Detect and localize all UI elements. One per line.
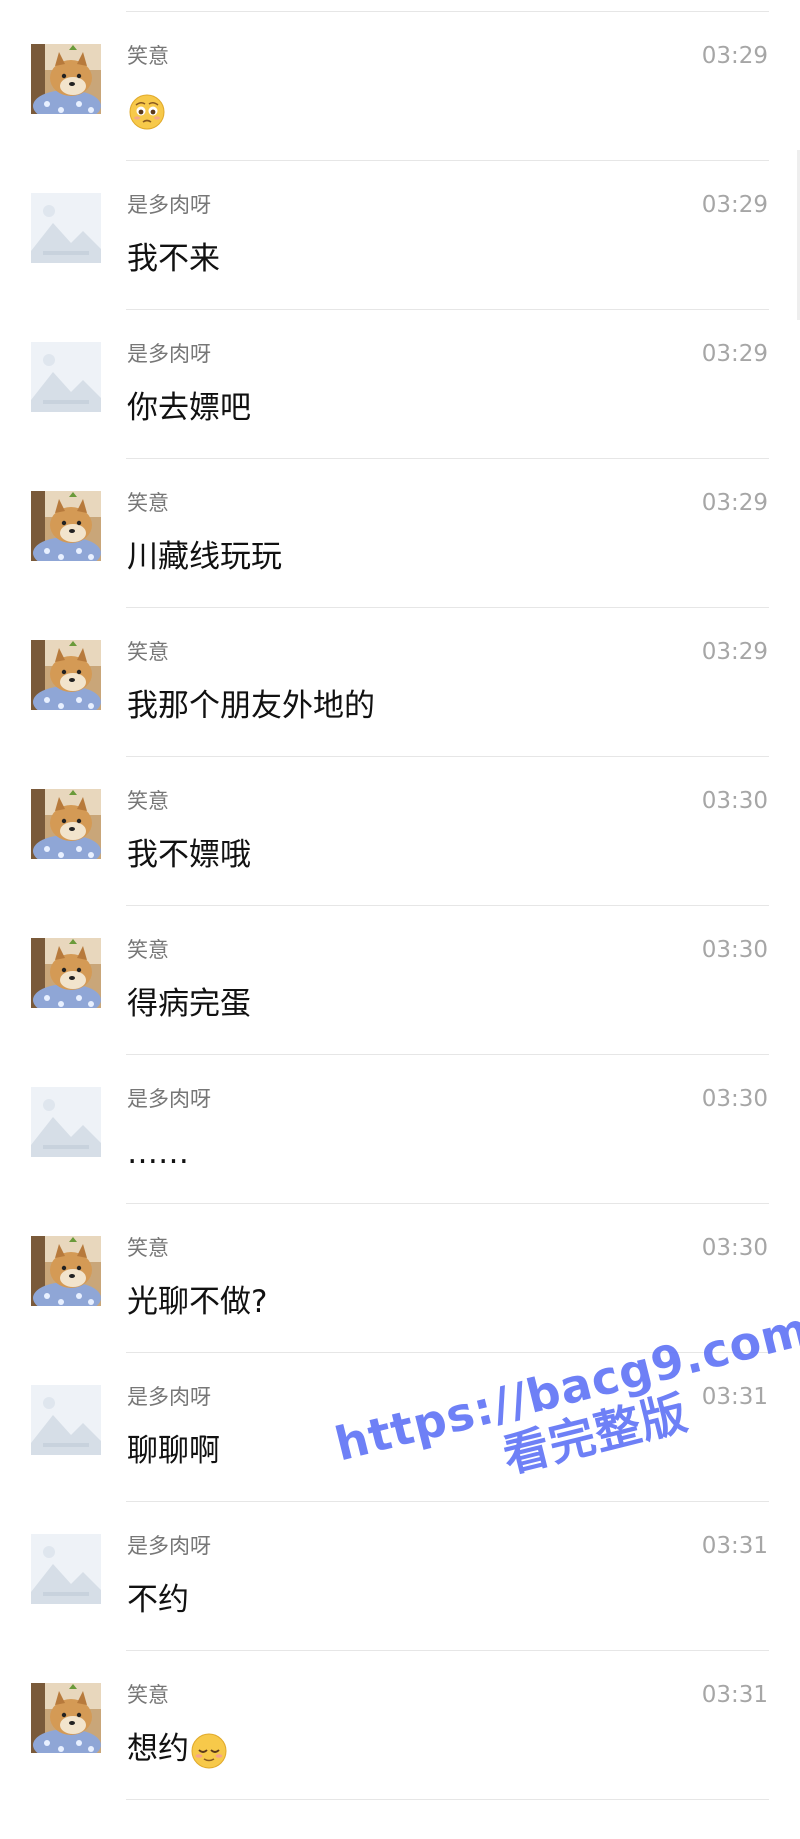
sender-name: 是多肉呀 [127,1385,211,1409]
avatar-placeholder[interactable] [31,1534,101,1604]
chat-message-row[interactable]: 笑意 03:29 [0,12,800,161]
message-divider [126,1799,769,1800]
message-text: 光聊不做? [127,1282,267,1322]
message-time: 03:29 [701,192,768,218]
chat-message-row[interactable]: 是多肉呀 03:29 我不来 [0,161,800,310]
message-time: 03:31 [701,1682,768,1708]
message-text: 想约 [127,1729,228,1770]
message-time: 03:29 [701,341,768,367]
message-text: 我那个朋友外地的 [127,686,375,726]
chat-message-row[interactable]: 笑意 03:29 川藏线玩玩 [0,459,800,608]
relieved-face-icon [190,1732,228,1770]
avatar-dog[interactable] [31,1236,101,1306]
avatar-dog[interactable] [31,44,101,114]
avatar-dog[interactable] [31,938,101,1008]
avatar-placeholder[interactable] [31,193,101,263]
avatar-dog[interactable] [31,1683,101,1753]
sender-name: 是多肉呀 [127,1534,211,1558]
message-time: 03:30 [701,1235,768,1261]
chat-message-row[interactable]: 是多肉呀 03:29 你去嫖吧 [0,310,800,459]
sender-name: 笑意 [127,1236,169,1260]
chat-message-row[interactable]: 是多肉呀 03:31 不约 [0,1502,800,1651]
pleading-face-icon [128,93,166,131]
sender-name: 是多肉呀 [127,342,211,366]
message-text-content: 想约 [127,1731,189,1767]
message-time: 03:30 [701,788,768,814]
sender-name: 笑意 [127,44,169,68]
sender-name: 是多肉呀 [127,1087,211,1111]
message-text-content: 不约 [127,1582,189,1618]
sender-name: 笑意 [127,491,169,515]
message-time: 03:31 [701,1533,768,1559]
message-time: 03:29 [701,43,768,69]
chat-message-row[interactable]: 是多肉呀 03:30 …… [0,1055,800,1204]
message-text-content: 得病完蛋 [127,986,251,1022]
avatar-dog[interactable] [31,640,101,710]
avatar-placeholder[interactable] [31,342,101,412]
avatar-placeholder[interactable] [31,1385,101,1455]
message-text-content: 我那个朋友外地的 [127,688,375,724]
sender-name: 笑意 [127,938,169,962]
avatar-dog[interactable] [31,789,101,859]
message-time: 03:30 [701,937,768,963]
chat-message-row[interactable]: 笑意 03:30 光聊不做? [0,1204,800,1353]
sender-name: 笑意 [127,640,169,664]
message-time: 03:30 [701,1086,768,1112]
sender-name: 笑意 [127,1683,169,1707]
message-text-content: 我不嫖哦 [127,837,251,873]
chat-message-row[interactable]: 笑意 03:30 得病完蛋 [0,906,800,1055]
message-text-content: 你去嫖吧 [127,390,251,426]
message-time: 03:31 [701,1384,768,1410]
chat-message-row[interactable]: 是多肉呀 03:31 聊聊啊 [0,1353,800,1502]
message-text: 我不嫖哦 [127,835,251,875]
message-text: 聊聊啊 [127,1431,220,1471]
chat-message-row[interactable]: 笑意 03:31 想约 [0,1651,800,1800]
message-text-content: 聊聊啊 [127,1433,220,1469]
message-text-content: …… [127,1135,189,1171]
avatar-dog[interactable] [31,491,101,561]
chat-message-row[interactable]: 笑意 03:30 我不嫖哦 [0,757,800,906]
message-text: …… [127,1133,189,1173]
message-time: 03:29 [701,639,768,665]
message-text: 你去嫖吧 [127,388,251,428]
message-text: 川藏线玩玩 [127,537,282,577]
message-text-content: 川藏线玩玩 [127,539,282,575]
message-text: 我不来 [127,239,220,279]
message-text-content: 我不来 [127,241,220,277]
message-text: 不约 [127,1580,189,1620]
sender-name: 是多肉呀 [127,193,211,217]
chat-history-list[interactable]: 笑意 03:29 是多肉呀 03:29 我不来 是多肉呀 03:29 你去嫖吧 笑意 03:29 川… [0,0,800,1839]
chat-message-row[interactable]: 笑意 03:29 我那个朋友外地的 [0,608,800,757]
message-text: 得病完蛋 [127,984,251,1024]
sender-name: 笑意 [127,789,169,813]
message-text-content: 光聊不做? [127,1284,268,1320]
avatar-placeholder[interactable] [31,1087,101,1157]
message-time: 03:29 [701,490,768,516]
message-text [127,90,166,131]
